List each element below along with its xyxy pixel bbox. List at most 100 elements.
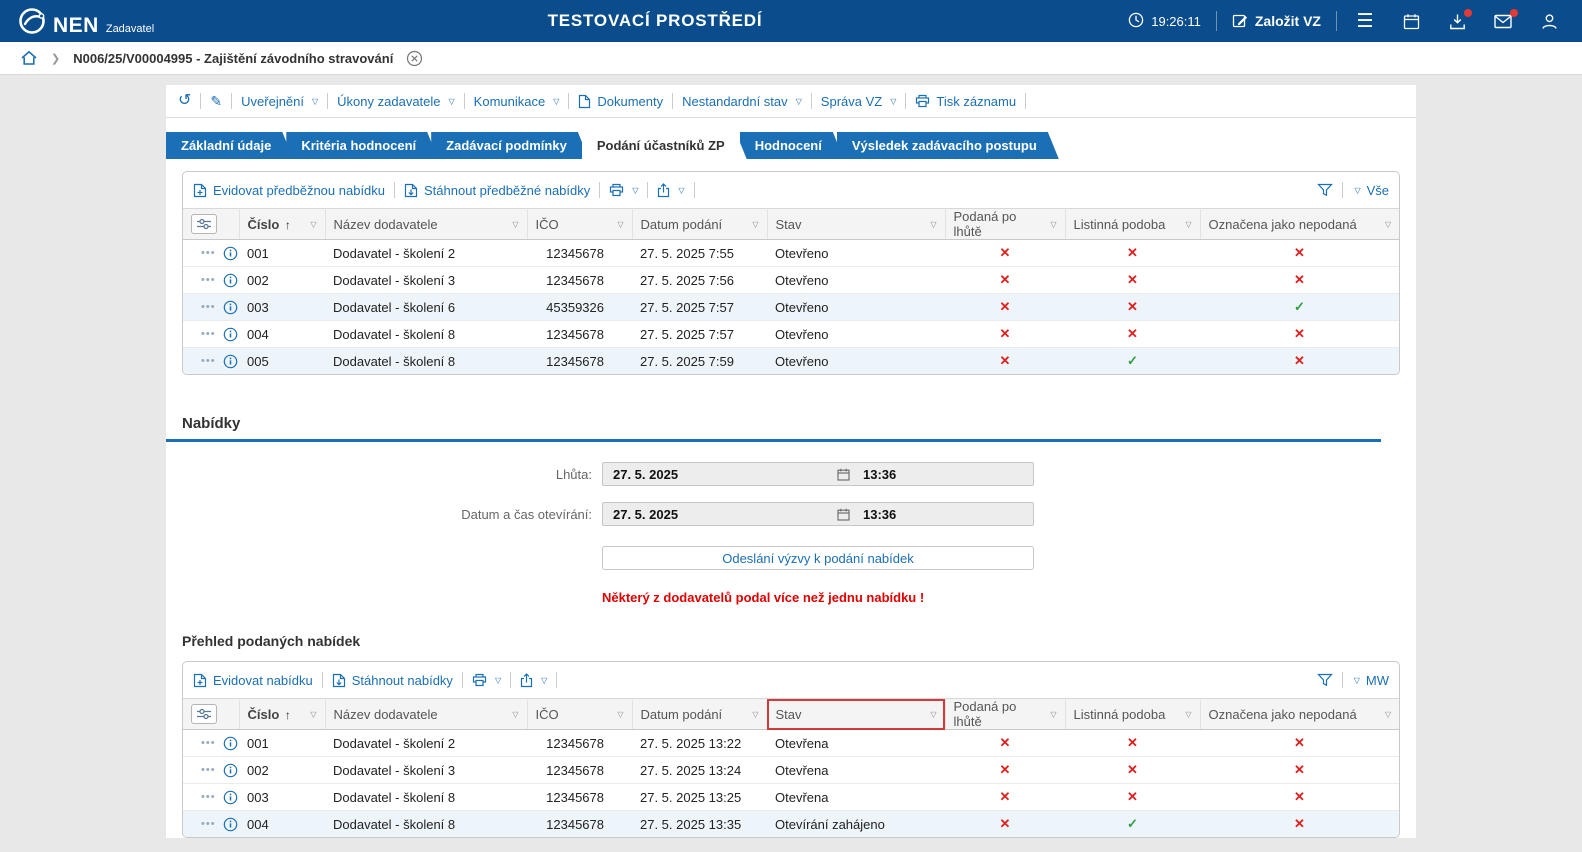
column-header-nazev-dodavatele[interactable]: Název dodavatele▽: [325, 699, 527, 730]
table-row[interactable]: •••001Dodavatel - školení 21234567827. 5…: [183, 240, 1399, 267]
filter-caret-icon[interactable]: ▽: [1185, 220, 1191, 229]
view-dropdown-icon[interactable]: ▽: [1354, 676, 1360, 685]
home-icon[interactable]: [20, 50, 38, 66]
filter-caret-icon[interactable]: ▽: [1050, 220, 1056, 229]
calendar-icon[interactable]: [831, 508, 855, 521]
stahnout-predbezne-nabidky-button[interactable]: Stáhnout předběžné nabídky: [404, 183, 590, 198]
otevirani-time-value[interactable]: 13:36: [855, 507, 1033, 522]
stahnout-nabidky-button[interactable]: Stáhnout nabídky: [332, 673, 453, 688]
print-table-button[interactable]: ▽: [609, 183, 638, 197]
row-menu-button[interactable]: •••: [201, 819, 216, 830]
column-header-nazev-dodavatele[interactable]: Název dodavatele▽: [325, 209, 527, 240]
row-menu-button[interactable]: •••: [201, 792, 216, 803]
user-profile-icon[interactable]: [1526, 0, 1572, 42]
row-menu-button[interactable]: •••: [201, 302, 216, 313]
filter-caret-icon[interactable]: ▽: [512, 220, 518, 229]
view-selector[interactable]: MW: [1366, 673, 1389, 688]
info-icon[interactable]: [223, 327, 238, 342]
column-header-oznacena-jako-nepodana[interactable]: Označena jako nepodaná▽: [1200, 209, 1399, 240]
nen-logo[interactable]: NEN Zadavatel: [18, 7, 154, 36]
row-menu-button[interactable]: •••: [201, 738, 216, 749]
column-header-podana-po-lhute[interactable]: Podaná po lhůtě▽: [945, 209, 1065, 240]
filter-funnel-icon[interactable]: [1317, 183, 1333, 197]
toolbar-action-dokumenty[interactable]: Dokumenty: [578, 94, 663, 109]
toolbar-action-tisk-zaznamu[interactable]: Tisk záznamu: [915, 94, 1016, 109]
evidovat-predbeznou-nabidku-button[interactable]: Evidovat předběžnou nabídku: [193, 183, 385, 198]
filter-caret-icon[interactable]: ▽: [617, 710, 623, 719]
breadcrumb-item[interactable]: N006/25/V00004995 - Zajištění závodního …: [73, 51, 393, 66]
column-settings-button[interactable]: [191, 704, 217, 724]
print-table-button[interactable]: ▽: [472, 673, 501, 687]
column-header-ico[interactable]: IČO▽: [527, 209, 632, 240]
filter-caret-icon[interactable]: ▽: [617, 220, 623, 229]
filter-caret-icon[interactable]: ▽: [1185, 710, 1191, 719]
toolbar-action-komunikace[interactable]: Komunikace▽: [474, 94, 560, 109]
filter-caret-icon[interactable]: ▽: [752, 710, 758, 719]
table-row[interactable]: •••002Dodavatel - školení 31234567827. 5…: [183, 267, 1399, 294]
tab-kriteria-hodnoceni[interactable]: Kritéria hodnocení: [286, 132, 438, 159]
column-header-listinna-podoba[interactable]: Listinná podoba▽: [1065, 699, 1200, 730]
filter-caret-icon[interactable]: ▽: [310, 220, 316, 229]
column-header-listinna-podoba[interactable]: Listinná podoba▽: [1065, 209, 1200, 240]
column-header-oznacena-jako-nepodana[interactable]: Označena jako nepodaná▽: [1200, 699, 1399, 730]
column-header-cislo[interactable]: Číslo ↑▽: [239, 699, 325, 730]
info-icon[interactable]: [223, 763, 238, 778]
table-row[interactable]: •••003Dodavatel - školení 64535932627. 5…: [183, 294, 1399, 321]
tab-podani-ucastniku-zp[interactable]: Podání účastníků ZP: [582, 132, 747, 159]
downloads-icon[interactable]: [1434, 0, 1480, 42]
evidovat-nabidku-button[interactable]: Evidovat nabídku: [193, 673, 313, 688]
row-menu-button[interactable]: •••: [201, 248, 216, 259]
info-icon[interactable]: [223, 300, 238, 315]
column-header-podana-po-lhute[interactable]: Podaná po lhůtě▽: [945, 699, 1065, 730]
filter-caret-icon[interactable]: ▽: [512, 710, 518, 719]
column-header-stav[interactable]: Stav▽: [767, 209, 945, 240]
info-icon[interactable]: [223, 736, 238, 751]
info-icon[interactable]: [223, 790, 238, 805]
export-table-button[interactable]: ▽: [520, 673, 547, 688]
export-table-button[interactable]: ▽: [657, 183, 684, 198]
column-header-cislo[interactable]: Číslo ↑▽: [239, 209, 325, 240]
column-header-datum-podani[interactable]: Datum podání▽: [632, 699, 767, 730]
table-row[interactable]: •••003Dodavatel - školení 81234567827. 5…: [183, 784, 1399, 811]
table-row[interactable]: •••001Dodavatel - školení 21234567827. 5…: [183, 730, 1399, 757]
row-menu-button[interactable]: •••: [201, 765, 216, 776]
toolbar-action-nestandardni-stav[interactable]: Nestandardní stav▽: [682, 94, 802, 109]
menu-hamburger-icon[interactable]: ☰: [1342, 0, 1388, 42]
filter-caret-icon[interactable]: ▽: [930, 710, 936, 719]
toolbar-action-uverejneni[interactable]: Uveřejnění▽: [241, 94, 318, 109]
view-selector[interactable]: Vše: [1367, 183, 1389, 198]
table-row[interactable]: •••004Dodavatel - školení 81234567827. 5…: [183, 321, 1399, 348]
history-icon[interactable]: ↺: [178, 93, 191, 109]
column-header-stav[interactable]: Stav▽: [767, 699, 945, 730]
otevirani-datetime-field[interactable]: 27. 5. 2025 13:36: [602, 502, 1034, 526]
table-row[interactable]: •••002Dodavatel - školení 31234567827. 5…: [183, 757, 1399, 784]
tab-hodnoceni[interactable]: Hodnocení: [740, 132, 844, 159]
row-menu-button[interactable]: •••: [201, 356, 216, 367]
table-row[interactable]: •••005Dodavatel - školení 81234567827. 5…: [183, 348, 1399, 375]
close-record-icon[interactable]: [406, 50, 423, 67]
column-header-datum-podani[interactable]: Datum podání▽: [632, 209, 767, 240]
filter-caret-icon[interactable]: ▽: [930, 220, 936, 229]
calendar-icon[interactable]: [831, 468, 855, 481]
column-header-ico[interactable]: IČO▽: [527, 699, 632, 730]
filter-caret-icon[interactable]: ▽: [752, 220, 758, 229]
info-icon[interactable]: [223, 817, 238, 832]
toolbar-action-sprava-vz[interactable]: Správa VZ▽: [821, 94, 897, 109]
filter-caret-icon[interactable]: ▽: [1050, 710, 1056, 719]
lhuta-time-value[interactable]: 13:36: [855, 467, 1033, 482]
lhuta-date-value[interactable]: 27. 5. 2025: [603, 467, 831, 482]
view-dropdown-icon[interactable]: ▽: [1354, 186, 1360, 195]
row-menu-button[interactable]: •••: [201, 329, 216, 340]
column-settings-button[interactable]: [191, 214, 217, 234]
tab-vysledek-zadavaciho-postupu[interactable]: Výsledek zadávacího postupu: [837, 132, 1059, 159]
filter-caret-icon[interactable]: ▽: [1385, 710, 1391, 719]
calendar-icon[interactable]: [1388, 0, 1434, 42]
create-vz-button[interactable]: Založit VZ: [1232, 12, 1321, 31]
tab-zadavaci-podminky[interactable]: Zadávací podmínky: [431, 132, 589, 159]
otevirani-date-value[interactable]: 27. 5. 2025: [603, 507, 831, 522]
lhuta-datetime-field[interactable]: 27. 5. 2025 13:36: [602, 462, 1034, 486]
filter-funnel-icon[interactable]: [1317, 673, 1333, 687]
info-icon[interactable]: [223, 273, 238, 288]
messages-icon[interactable]: [1480, 0, 1526, 42]
info-icon[interactable]: [223, 354, 238, 369]
